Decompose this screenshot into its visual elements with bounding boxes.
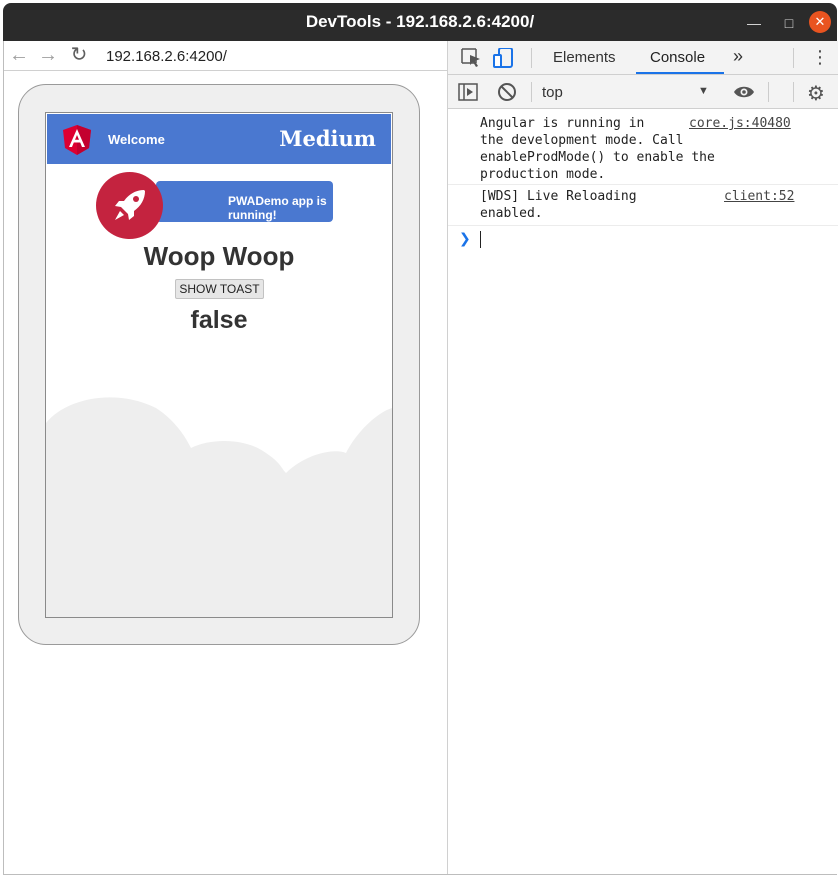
device-frame: Welcome Medium PWADemo app is running! W… — [18, 84, 420, 645]
context-select[interactable]: top — [542, 84, 563, 101]
console-prompt-icon: ❯ — [459, 230, 471, 246]
window-frame: ← → ↻ 192.168.2.6:4200/ Welcome Medium P… — [3, 41, 838, 875]
welcome-text: Welcome — [108, 132, 165, 147]
tab-console[interactable]: Console — [650, 49, 705, 66]
console-message-text: [WDS] Live Reloading enabled. — [480, 189, 637, 221]
toolbar-divider — [793, 82, 794, 102]
page-heading: Woop Woop — [143, 241, 295, 271]
angular-logo-icon — [63, 125, 91, 155]
devtools-tabbar: Elements Console » ⋮ — [448, 41, 838, 75]
console-message: [WDS] Live Reloading enabled. client:52 — [448, 186, 838, 226]
inspect-element-icon[interactable] — [461, 48, 483, 68]
rocket-icon — [96, 172, 163, 239]
active-tab-indicator — [636, 72, 724, 74]
address-bar: ← → ↻ 192.168.2.6:4200/ — [4, 41, 447, 71]
show-toast-button[interactable]: SHOW TOAST — [175, 279, 264, 299]
console-source-link[interactable]: client:52 — [724, 188, 794, 205]
settings-gear-icon[interactable]: ⚙ — [807, 81, 825, 106]
sidebar-toggle-icon[interactable] — [458, 83, 478, 101]
console-message-text: Angular is running in the development mo… — [480, 116, 715, 182]
window-titlebar: DevTools - 192.168.2.6:4200/ — □ ✕ — [3, 3, 837, 41]
more-tabs-icon[interactable]: » — [733, 46, 743, 67]
running-card-text: PWADemo app is running! — [228, 194, 327, 222]
device-toolbar-icon[interactable] — [493, 48, 515, 68]
browser-viewport: ← → ↻ 192.168.2.6:4200/ Welcome Medium P… — [4, 41, 447, 874]
app-toolbar: Welcome Medium — [47, 114, 391, 164]
running-card: PWADemo app is running! — [156, 181, 333, 222]
device-screen: Welcome Medium PWADemo app is running! W… — [45, 112, 393, 618]
console-message: Angular is running in the development mo… — [448, 113, 838, 185]
toolbar-divider — [768, 82, 769, 102]
minimize-icon[interactable]: — — [745, 14, 763, 32]
maximize-icon[interactable]: □ — [780, 14, 798, 32]
eye-icon[interactable] — [733, 84, 755, 100]
medium-link[interactable]: Medium — [279, 126, 376, 151]
tab-elements[interactable]: Elements — [553, 49, 616, 66]
back-arrow-icon[interactable]: ← — [8, 44, 30, 66]
devtools-panel: Elements Console » ⋮ top ▼ ⚙ Angular is … — [447, 41, 838, 874]
status-value: false — [190, 306, 248, 334]
console-toolbar: top ▼ ⚙ — [448, 75, 838, 109]
kebab-menu-icon[interactable]: ⋮ — [811, 47, 829, 68]
dropdown-arrow-icon[interactable]: ▼ — [698, 85, 709, 97]
forward-arrow-icon[interactable]: → — [37, 44, 59, 66]
url-input[interactable]: 192.168.2.6:4200/ — [106, 48, 227, 65]
toolbar-divider — [531, 82, 532, 102]
clear-console-icon[interactable] — [497, 82, 517, 102]
console-source-link[interactable]: core.js:40480 — [689, 115, 791, 132]
toolbar-divider — [531, 48, 532, 68]
close-icon[interactable]: ✕ — [809, 11, 831, 33]
toolbar-divider — [793, 48, 794, 68]
console-input[interactable] — [480, 231, 481, 248]
window-title: DevTools - 192.168.2.6:4200/ — [305, 12, 535, 31]
reload-icon[interactable]: ↻ — [68, 44, 90, 66]
clouds-decoration — [46, 397, 392, 617]
